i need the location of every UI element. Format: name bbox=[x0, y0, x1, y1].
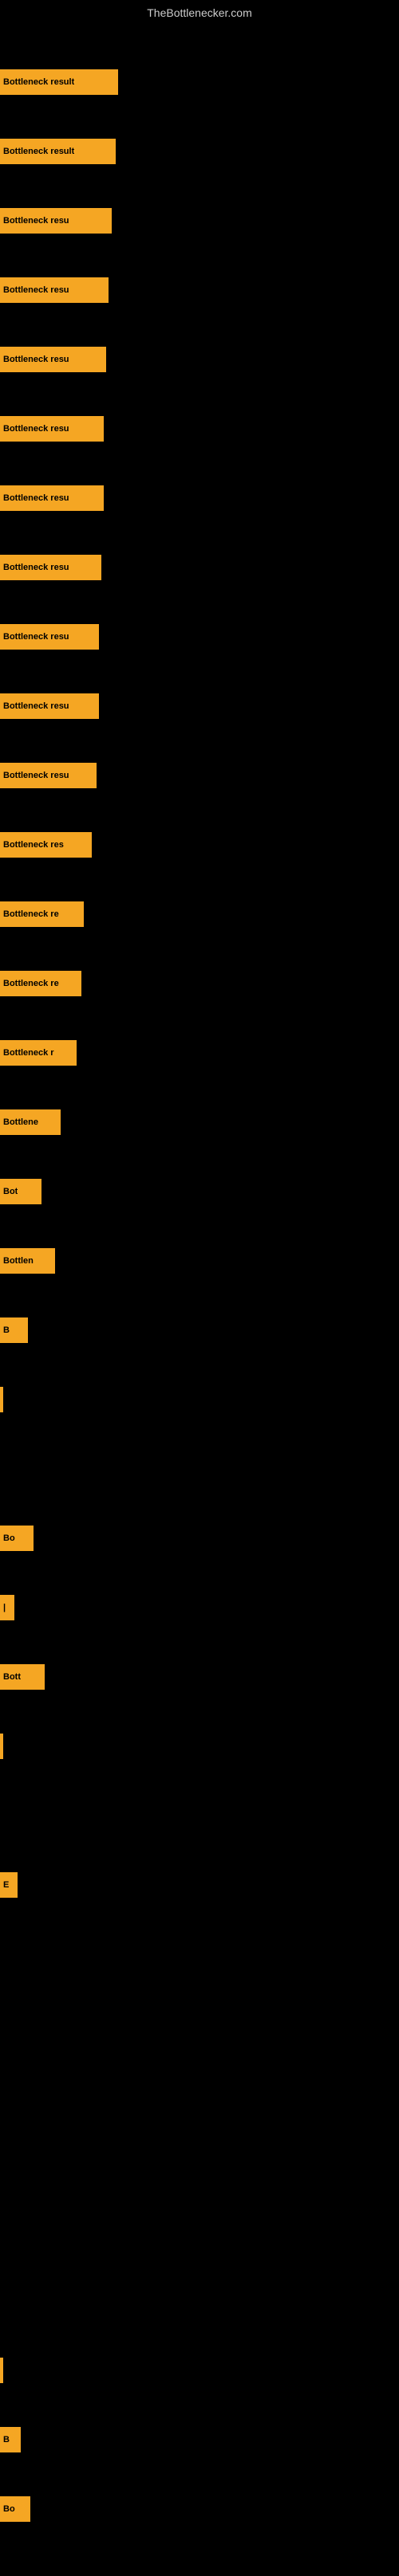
bar-item bbox=[0, 1387, 3, 1412]
bar-label: B bbox=[3, 2435, 10, 2444]
bar-label: Bottleneck res bbox=[3, 840, 64, 850]
bar-item: B bbox=[0, 1317, 28, 1343]
bar-label: Bottleneck re bbox=[3, 979, 59, 988]
bar-item: Bottleneck result bbox=[0, 139, 116, 164]
bar-item: Bottleneck resu bbox=[0, 347, 106, 372]
bar-label: Bottleneck resu bbox=[3, 632, 69, 642]
bar-label: Bottleneck resu bbox=[3, 285, 69, 295]
bar-label: | bbox=[3, 1603, 6, 1612]
site-title: TheBottlenecker.com bbox=[0, 0, 399, 26]
bar-item: Bottleneck resu bbox=[0, 763, 97, 788]
bar-label: Bottlene bbox=[3, 1117, 38, 1127]
bar-item: Bottleneck resu bbox=[0, 485, 104, 511]
bar-label: Bottleneck r bbox=[3, 1048, 54, 1058]
bar-label: Bottleneck resu bbox=[3, 355, 69, 364]
bar-item: Bottleneck resu bbox=[0, 624, 99, 650]
bar-item: Bottleneck result bbox=[0, 69, 118, 95]
bar-item: | bbox=[0, 1595, 14, 1620]
bar-label: Bott bbox=[3, 1672, 21, 1682]
bar-item: Bottlen bbox=[0, 1248, 55, 1274]
bar-label: Bo bbox=[3, 2504, 15, 2514]
bar-item: Bottleneck r bbox=[0, 1040, 77, 1066]
bar-item: B bbox=[0, 2427, 21, 2452]
bar-label: Bottleneck resu bbox=[3, 493, 69, 503]
bar-item: Bottleneck resu bbox=[0, 208, 112, 234]
bar-item bbox=[0, 2358, 3, 2383]
bar-item: Bottlene bbox=[0, 1109, 61, 1135]
bar-label: Bottleneck resu bbox=[3, 771, 69, 780]
bar-item: Bottleneck resu bbox=[0, 416, 104, 442]
bar-item: Bot bbox=[0, 1179, 41, 1204]
bar-label: B bbox=[3, 1325, 10, 1335]
bar-label: Bottleneck resu bbox=[3, 701, 69, 711]
bar-item bbox=[0, 1734, 3, 1759]
bar-label: E bbox=[3, 1880, 9, 1890]
bar-item: Bo bbox=[0, 1526, 34, 1551]
bars-container: Bottleneck result Bottleneck result Bottle… bbox=[0, 26, 399, 2576]
bar-item: E bbox=[0, 1872, 18, 1898]
bar-label: Bottleneck resu bbox=[3, 216, 69, 226]
bar-label: Bottleneck resu bbox=[3, 424, 69, 434]
bar-label: Bo bbox=[3, 1533, 15, 1543]
bar-item: Bottleneck resu bbox=[0, 555, 101, 580]
bar-item: Bottleneck resu bbox=[0, 693, 99, 719]
bar-item: Bottleneck resu bbox=[0, 277, 109, 303]
bar-label: Bottlen bbox=[3, 1256, 34, 1266]
bar-item: Bottleneck re bbox=[0, 971, 81, 996]
bar-label: Bot bbox=[3, 1187, 18, 1196]
bar-item: Bott bbox=[0, 1664, 45, 1690]
bar-label: Bottleneck result bbox=[3, 147, 74, 156]
bar-item: Bottleneck res bbox=[0, 832, 92, 858]
bar-label: Bottleneck result bbox=[3, 77, 74, 87]
bar-item: Bottleneck re bbox=[0, 901, 84, 927]
bar-label: Bottleneck re bbox=[3, 909, 59, 919]
page-wrapper: TheBottlenecker.com Bottleneck resultBot… bbox=[0, 0, 399, 2576]
bar-label: Bottleneck resu bbox=[3, 563, 69, 572]
bar-item: Bo bbox=[0, 2496, 30, 2522]
